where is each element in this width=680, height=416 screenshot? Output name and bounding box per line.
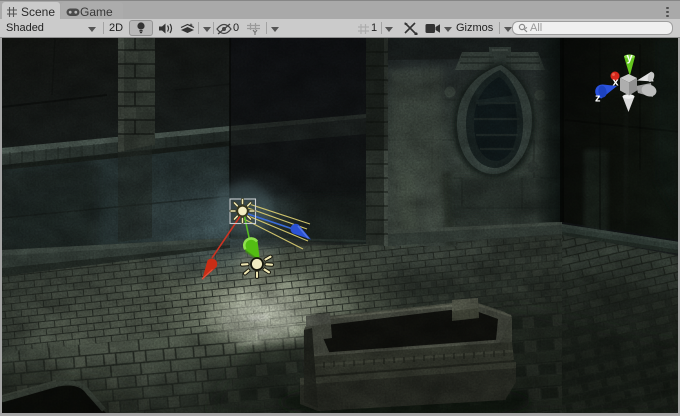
svg-text:y: y — [627, 52, 634, 64]
svg-text:x: x — [613, 77, 620, 89]
svg-text:z: z — [595, 93, 601, 105]
